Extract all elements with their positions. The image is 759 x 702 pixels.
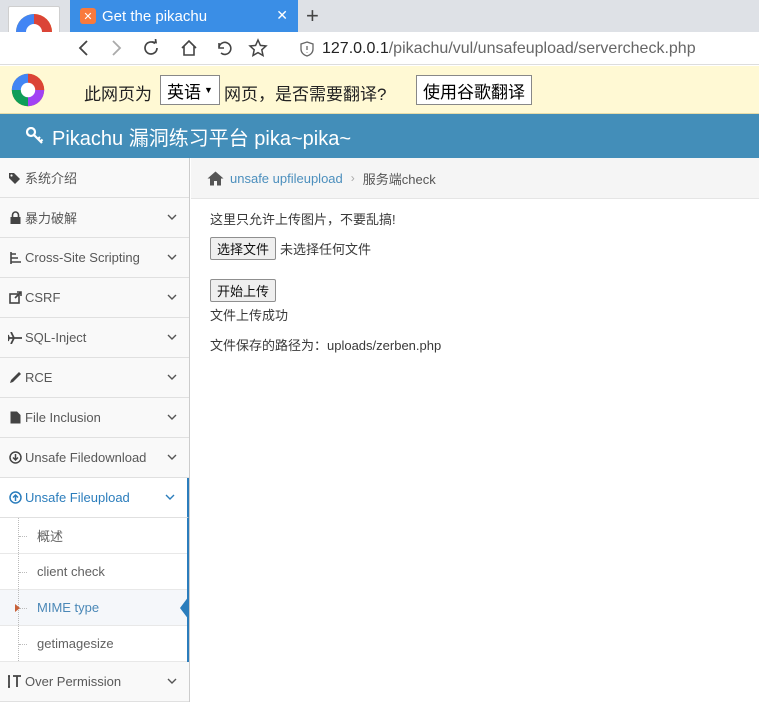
url-host: 127.0.0.1 <box>322 40 389 57</box>
text-height-icon <box>7 675 23 688</box>
submenu-item-label: MIME type <box>37 600 100 615</box>
sidebar-item-sqli[interactable]: SQL-Inject <box>0 318 189 358</box>
language-select-value: 英语 <box>167 82 201 102</box>
sidebar-item-file-inclusion[interactable]: File Inclusion <box>0 398 189 438</box>
sidebar-item-label: RCE <box>25 370 53 385</box>
translate-prefix: 此网页为 <box>84 85 152 104</box>
submenu-item-label: client check <box>37 564 105 579</box>
submenu-item-label: getimagesize <box>37 636 114 651</box>
star-icon[interactable] <box>246 36 270 60</box>
sidebar-item-label: Over Permission <box>25 674 122 689</box>
url-path: /pikachu/vul/unsafeupload/servercheck.ph… <box>388 40 696 57</box>
submenu-unsafe-fileupload: 概述 client check MIME type getimagesize <box>0 518 189 662</box>
saved-path-message: 文件保存的路径为：uploads/zerben.php <box>210 338 442 353</box>
sitemap-icon <box>7 251 23 264</box>
chevron-down-icon <box>167 214 177 220</box>
sidebar-item-xss[interactable]: Cross-Site Scripting <box>0 238 189 278</box>
breadcrumb-parent-link[interactable]: unsafe upfileupload <box>230 171 343 186</box>
sidebar-item-csrf[interactable]: CSRF <box>0 278 189 318</box>
sidebar-item-label: 暴力破解 <box>25 211 78 226</box>
breadcrumb-current: 服务端check <box>362 171 436 187</box>
sidebar-item-label: Unsafe Fileupload <box>25 490 130 505</box>
back-icon[interactable] <box>72 36 96 60</box>
sidebar-item-unsafe-fileupload[interactable]: Unsafe Fileupload <box>0 478 189 518</box>
tab-close-icon[interactable]: ✕ <box>276 7 288 24</box>
browser-logo-icon <box>11 73 45 107</box>
site-title[interactable]: Pikachu 漏洞练习平台 pika~pika~ <box>52 122 351 151</box>
language-select[interactable]: 英语 ▼ <box>160 75 220 105</box>
upload-success-message: 文件上传成功 <box>210 308 289 323</box>
sidebar: 系统介绍 暴力破解 Cross-Site Scripting CSRF SQL-… <box>0 158 190 702</box>
submenu-item-client-check[interactable]: client check <box>0 554 187 590</box>
sidebar-item-unsafe-filedownload[interactable]: Unsafe Filedownload <box>0 438 189 478</box>
caret-right-icon <box>15 604 20 612</box>
chevron-down-icon <box>167 254 177 260</box>
choose-file-button[interactable]: 选择文件 <box>210 237 277 260</box>
sidebar-item-over-permission[interactable]: Over Permission <box>0 662 189 702</box>
new-tab-icon[interactable]: + <box>306 3 319 29</box>
no-file-text: 未选择任何文件 <box>280 242 372 257</box>
file-input[interactable]: 选择文件 未选择任何文件 <box>210 237 371 260</box>
translate-suffix: 网页，是否需要翻译? <box>224 85 387 104</box>
plane-icon <box>7 331 23 344</box>
sidebar-item-label: File Inclusion <box>25 410 101 425</box>
active-pointer-icon <box>180 596 189 620</box>
reload-icon[interactable] <box>139 36 163 60</box>
pencil-icon <box>7 371 23 384</box>
download-circle-icon <box>7 451 23 464</box>
caret-down-icon: ▼ <box>204 85 213 95</box>
sidebar-item-label: Cross-Site Scripting <box>25 250 140 265</box>
sidebar-item-label: 系统介绍 <box>25 171 78 186</box>
submenu-item-overview[interactable]: 概述 <box>0 518 187 554</box>
upload-notice: 这里只允许上传图片，不要乱搞! <box>210 212 396 227</box>
chevron-down-icon <box>167 454 177 460</box>
submenu-item-getimagesize[interactable]: getimagesize <box>0 626 187 662</box>
browser-nav-bar: 127.0.0.1/pikachu/vul/unsafeupload/serve… <box>0 32 759 65</box>
sidebar-item-bruteforce[interactable]: 暴力破解 <box>0 198 189 238</box>
sidebar-item-label: CSRF <box>25 290 61 305</box>
sidebar-item-label: SQL-Inject <box>25 330 87 345</box>
submenu-item-mime-type[interactable]: MIME type <box>0 590 189 626</box>
chevron-down-icon <box>167 374 177 380</box>
chevron-down-icon <box>167 414 177 420</box>
tags-icon <box>7 172 23 184</box>
upload-button[interactable]: 开始上传 <box>210 279 277 302</box>
sidebar-item-rce[interactable]: RCE <box>0 358 189 398</box>
shield-icon <box>300 41 314 57</box>
breadcrumb: unsafe upfileupload › 服务端check <box>191 158 759 199</box>
translate-button[interactable]: 使用谷歌翻译 <box>416 75 532 105</box>
chevron-down-icon <box>167 678 177 684</box>
translate-bar: 此网页为 英语 ▼ 网页，是否需要翻译? 使用谷歌翻译 <box>0 66 759 114</box>
address-bar[interactable]: 127.0.0.1/pikachu/vul/unsafeupload/serve… <box>300 37 696 61</box>
home-icon[interactable] <box>177 36 201 60</box>
forward-icon[interactable] <box>104 36 128 60</box>
home-icon <box>207 171 224 185</box>
browser-tab-active[interactable]: ✕ Get the pikachu ✕ <box>70 0 298 32</box>
sidebar-item-label: Unsafe Filedownload <box>25 450 147 465</box>
undo-icon[interactable] <box>212 36 236 60</box>
sidebar-item-intro[interactable]: 系统介绍 <box>0 158 189 198</box>
breadcrumb-separator: › <box>350 171 355 185</box>
file-icon <box>7 411 23 424</box>
share-icon <box>7 291 23 304</box>
tab-title: Get the pikachu <box>102 7 208 25</box>
site-header: Pikachu 漏洞练习平台 pika~pika~ <box>0 114 759 158</box>
chevron-down-icon <box>165 494 175 500</box>
xampp-favicon-icon: ✕ <box>80 8 96 24</box>
upload-circle-icon <box>7 491 23 504</box>
chevron-down-icon <box>167 294 177 300</box>
chevron-down-icon <box>167 334 177 340</box>
submenu-item-label: 概述 <box>37 529 64 544</box>
lock-icon <box>7 211 23 224</box>
key-icon <box>26 127 44 144</box>
